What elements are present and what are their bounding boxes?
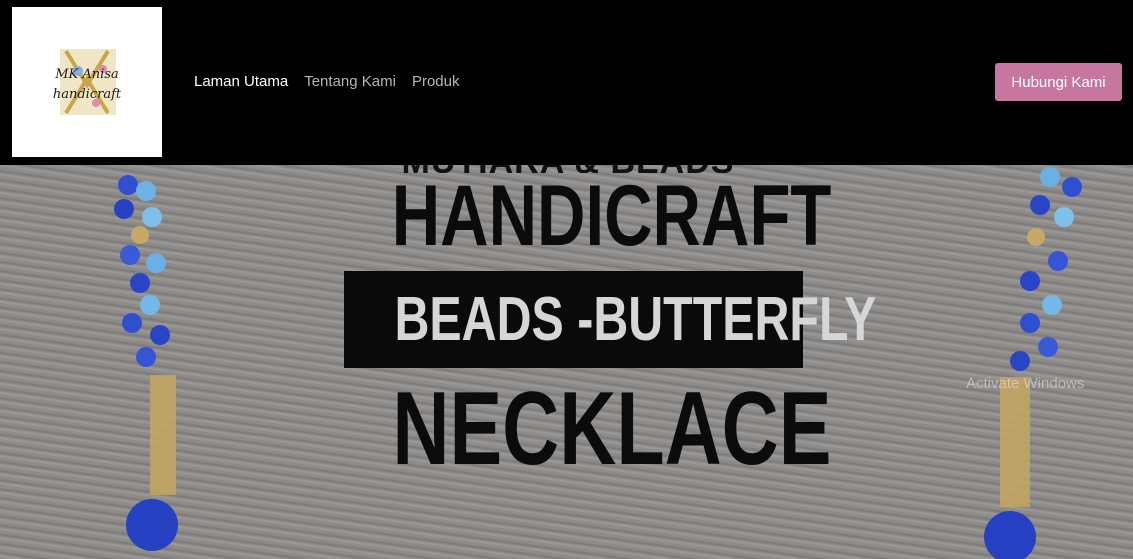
windows-activation-watermark: Activate Windows [966, 375, 1085, 392]
main-nav: Laman Utama Tentang Kami Produk [194, 73, 459, 90]
site-header: MK Anisa handicraft Laman Utama Tentang … [0, 0, 1133, 165]
logo-text-line1: MK Anisa [55, 67, 119, 82]
logo-text-line2: handicraft [52, 87, 122, 102]
nav-item-home[interactable]: Laman Utama [194, 73, 288, 90]
nav-item-about[interactable]: Tentang Kami [304, 73, 396, 90]
logo-emblem-icon [60, 49, 116, 115]
nav-item-products[interactable]: Produk [412, 73, 460, 90]
site-logo[interactable]: MK Anisa handicraft [12, 7, 162, 157]
hero-title-line2: BEADS -BUTTERFLY [394, 285, 877, 354]
contact-us-button[interactable]: Hubungi Kami [995, 63, 1122, 101]
hero-title-line3: NECKLACE [392, 371, 832, 487]
hero-title-line1: HANDICRAFT [391, 168, 832, 264]
hero-banner: MUTIARA & BEADS HANDICRAFT BEADS -BUTTER… [0, 165, 1133, 559]
hero-title-band: BEADS -BUTTERFLY [344, 271, 877, 368]
